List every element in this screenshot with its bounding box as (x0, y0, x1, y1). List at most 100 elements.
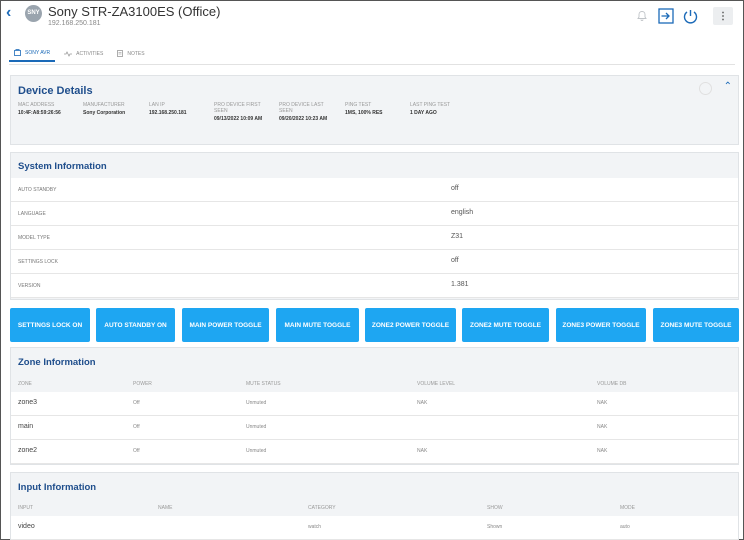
zone-info-card: Zone Information ZONE POWER MUTE STATUS … (10, 347, 739, 465)
tab-label: NOTES (127, 50, 145, 57)
main-power-toggle-button[interactable]: MAIN POWER TOGGLE (182, 308, 269, 342)
zone2-mute-toggle-button[interactable]: ZONE2 MUTE TOGGLE (462, 308, 549, 342)
zone3-mute-toggle-button[interactable]: ZONE3 MUTE TOGGLE (653, 308, 739, 342)
mac-address-value: 10:4F:A8:59:26:56 (18, 110, 61, 116)
column-header: INPUT (18, 505, 33, 511)
zone-cell: zone3 (18, 399, 38, 406)
zone-cell: main (18, 423, 34, 430)
loading-spinner (699, 82, 712, 95)
ping-test-value: 1MS, 100% RES (345, 110, 383, 116)
bell-icon[interactable] (633, 7, 651, 25)
field-label: PING TEST (345, 102, 372, 108)
page-title: Sony STR-ZA3100ES (Office) (48, 4, 221, 19)
manufacturer-value: Sony Corporation (83, 110, 126, 116)
row-key: VERSION (18, 283, 41, 289)
row-key: SETTINGS LOCK (18, 259, 59, 265)
volume-level-cell: NAK (417, 448, 428, 454)
tab-notes[interactable]: NOTES (112, 45, 149, 62)
field-label: MANUFACTURER (83, 102, 125, 108)
column-header: CATEGORY (308, 505, 336, 511)
device-ip: 192.168.250.181 (48, 20, 101, 27)
column-header: NAME (158, 505, 173, 511)
activity-icon (64, 50, 73, 57)
system-info-card: System Information AUTO STANDBY off LANG… (10, 152, 739, 300)
row-value: english (451, 209, 474, 216)
volume-db-cell: NAK (597, 424, 608, 430)
table-row: zone2 Off Unmuted NAK NAK (11, 440, 738, 464)
system-info-title: System Information (18, 161, 107, 172)
mode-cell: auto (620, 524, 630, 530)
more-options-button[interactable]: ⋮ (713, 7, 733, 25)
lan-ip-value: 192.168.250.181 (149, 110, 187, 116)
main-mute-toggle-button[interactable]: MAIN MUTE TOGGLE (276, 308, 359, 342)
device-details-card: Device Details ⌃ MAC ADDRESS 10:4F:A8:59… (10, 75, 739, 145)
column-header: MODE (620, 505, 635, 511)
zone-info-title: Zone Information (18, 357, 96, 368)
column-header: VOLUME LEVEL (417, 381, 456, 387)
settings-lock-on-button[interactable]: SETTINGS LOCK ON (10, 308, 90, 342)
table-row: MODEL TYPE Z31 (11, 226, 738, 250)
column-header: MUTE STATUS (246, 381, 281, 387)
field-label: MAC ADDRESS (18, 102, 55, 108)
last-seen-value: 09/20/2022 10:23 AM (279, 116, 328, 122)
field-label: PRO DEVICE LAST SEEN (279, 102, 324, 114)
row-key: AUTO STANDBY (18, 187, 57, 193)
tab-bar: SONY AVR ACTIVITIES NOTES (9, 45, 150, 62)
column-header: SHOW (487, 505, 503, 511)
note-icon (117, 50, 124, 57)
first-seen-value: 09/13/2022 10:09 AM (214, 116, 263, 122)
header-actions: ⋮ (633, 7, 733, 25)
sign-in-icon[interactable] (657, 7, 675, 25)
field-label: PRO DEVICE FIRST SEEN (214, 102, 261, 114)
mute-cell: Unmuted (246, 400, 267, 406)
category-cell: watch (308, 524, 322, 530)
back-arrow-icon[interactable]: ‹ (6, 4, 11, 22)
speaker-icon (14, 49, 21, 56)
power-icon[interactable] (681, 7, 699, 25)
chevron-up-icon[interactable]: ⌃ (724, 81, 732, 92)
auto-standby-on-button[interactable]: AUTO STANDBY ON (96, 308, 175, 342)
input-info-card: Input Information INPUT NAME CATEGORY SH… (10, 472, 739, 540)
table-row: main Off Unmuted NAK (11, 416, 738, 440)
table-row: LANGUAGE english (11, 202, 738, 226)
last-ping-value: 1 DAY AGO (410, 110, 437, 116)
tab-divider (9, 64, 735, 65)
tab-sony-avr[interactable]: SONY AVR (9, 45, 56, 62)
table-row: zone3 Off Unmuted NAK NAK (11, 392, 738, 416)
app-header: ‹ SNY Sony STR-ZA3100ES (Office) 192.168… (1, 1, 743, 35)
field-label: LAST PING TEST (410, 102, 451, 108)
power-cell: Off (133, 448, 140, 454)
mute-cell: Unmuted (246, 448, 267, 454)
column-header: ZONE (18, 381, 32, 387)
table-row: AUTO STANDBY off (11, 178, 738, 202)
volume-level-cell: NAK (417, 400, 428, 406)
input-cell: video (18, 523, 35, 530)
device-avatar: SNY (25, 5, 42, 22)
zone3-power-toggle-button[interactable]: ZONE3 POWER TOGGLE (556, 308, 646, 342)
table-row: VERSION 1.381 (11, 274, 738, 298)
row-key: LANGUAGE (18, 211, 46, 217)
power-cell: Off (133, 400, 140, 406)
row-value: off (451, 257, 459, 264)
tab-activities[interactable]: ACTIVITIES (59, 45, 108, 62)
mute-cell: Unmuted (246, 424, 267, 430)
field-label: LAN IP (149, 102, 165, 108)
zone-cell: zone2 (18, 447, 38, 454)
table-row: SETTINGS LOCK off (11, 250, 738, 274)
show-cell: Shown (487, 524, 503, 530)
input-info-title: Input Information (18, 482, 97, 493)
column-header: POWER (133, 381, 152, 387)
power-cell: Off (133, 424, 140, 430)
row-key: MODEL TYPE (18, 235, 50, 241)
tab-label: ACTIVITIES (76, 50, 104, 57)
row-value: off (451, 185, 459, 192)
volume-db-cell: NAK (597, 400, 608, 406)
zone2-power-toggle-button[interactable]: ZONE2 POWER TOGGLE (365, 308, 456, 342)
tab-label: SONY AVR (25, 49, 51, 56)
volume-db-cell: NAK (597, 448, 608, 454)
device-details-title: Device Details (18, 85, 93, 97)
row-value: Z31 (451, 233, 464, 240)
column-header: VOLUME DB (597, 381, 627, 387)
table-row: video watch Shown auto (11, 516, 738, 540)
row-value: 1.381 (451, 281, 469, 288)
